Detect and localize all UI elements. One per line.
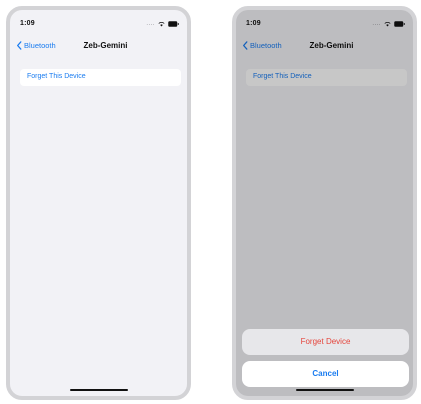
home-indicator[interactable] — [295, 388, 354, 391]
status-icons: .... — [146, 21, 179, 27]
navigation-bar: Bluetooth Zeb-Gemini — [10, 38, 187, 54]
status-time: 1:09 — [20, 20, 35, 27]
cancel-button-label: Cancel — [312, 369, 339, 378]
forget-device-cell[interactable]: Forget This Device — [20, 69, 181, 86]
battery-icon — [168, 21, 179, 27]
forget-device-action-label: Forget Device — [300, 337, 351, 346]
phone-screen-right: 1:09 .... Bluetooth Zeb-Gemini Forget Th… — [232, 6, 417, 400]
status-bar: 1:09 .... — [10, 20, 187, 32]
page-title: Zeb-Gemini — [83, 41, 128, 50]
cancel-button[interactable]: Cancel — [242, 361, 409, 387]
forget-device-label: Forget This Device — [27, 73, 86, 80]
home-indicator[interactable] — [69, 388, 128, 391]
signal-icon: .... — [146, 21, 155, 27]
forget-device-action[interactable]: Forget Device — [242, 329, 409, 355]
wifi-icon — [158, 22, 165, 27]
phone-screen-left: 1:09 .... Bluetooth Zeb-Gemini Forget Th… — [6, 6, 191, 400]
